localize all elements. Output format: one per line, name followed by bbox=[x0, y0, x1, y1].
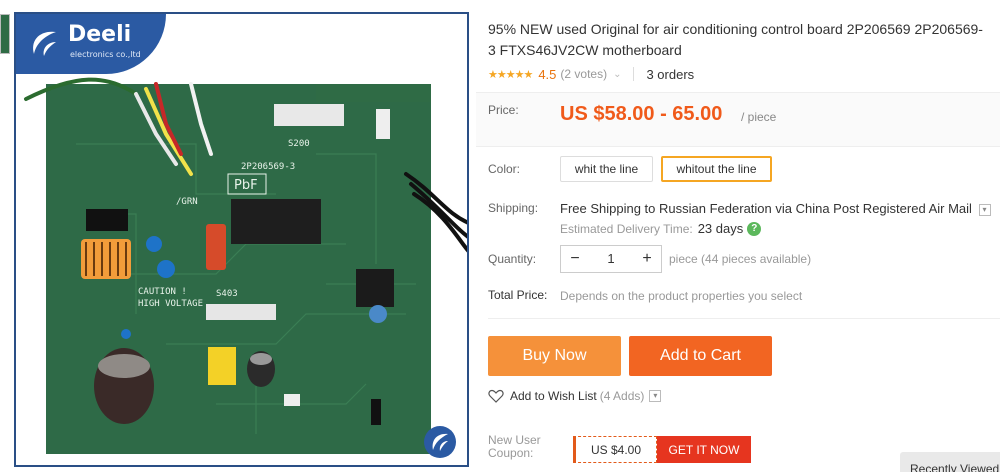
buy-now-button[interactable]: Buy Now bbox=[488, 336, 621, 376]
product-title: 95% NEW used Original for air conditioni… bbox=[488, 21, 983, 37]
quantity-label: Quantity: bbox=[488, 252, 537, 266]
shipping-info: Free Shipping to Russian Federation via … bbox=[560, 201, 991, 216]
divider bbox=[488, 318, 1000, 319]
delivery-days: 23 days bbox=[697, 221, 744, 236]
coupon-label-line2: Coupon: bbox=[488, 446, 534, 460]
brand-logo-icon bbox=[33, 31, 56, 56]
plus-button[interactable]: + bbox=[633, 246, 661, 272]
price-value: US $58.00 - 65.00 bbox=[560, 103, 723, 125]
brand-name: Deeli bbox=[68, 22, 132, 47]
brand-tagline: electronics co.,ltd bbox=[70, 50, 141, 59]
board-grn: /GRN bbox=[176, 197, 198, 207]
shipping-destination[interactable]: Russian Federation via China Post Regist… bbox=[659, 201, 972, 216]
wishlist-count: (4 Adds) bbox=[599, 389, 645, 403]
divider bbox=[633, 67, 635, 81]
heart-icon[interactable] bbox=[488, 389, 504, 403]
chevron-down-icon[interactable]: ⌄ bbox=[613, 69, 621, 80]
help-icon[interactable]: ? bbox=[747, 221, 762, 236]
product-image[interactable]: 2P206569-3 S200 /GRN S403 CAUTION ! HIGH… bbox=[14, 12, 469, 467]
orders-count: 3 orders bbox=[646, 66, 695, 82]
rating-value: 4.5 bbox=[538, 66, 557, 82]
price-label: Price: bbox=[488, 103, 519, 117]
shipping-label: Shipping: bbox=[488, 201, 539, 215]
price-unit: / piece bbox=[741, 110, 777, 124]
product-thumbnail[interactable] bbox=[0, 14, 10, 54]
pcb-illustration: 2P206569-3 S200 /GRN S403 CAUTION ! HIGH… bbox=[24, 77, 467, 454]
coupon-amount: US $4.00 bbox=[573, 436, 657, 463]
color-label: Color: bbox=[488, 162, 521, 176]
board-s200: S200 bbox=[288, 139, 310, 149]
recently-viewed-tab[interactable]: Recently Viewed bbox=[900, 452, 1000, 472]
chevron-down-icon[interactable]: ▾ bbox=[649, 390, 662, 402]
price-band bbox=[476, 92, 1000, 147]
coupon-label: New User Coupon: bbox=[488, 434, 541, 460]
quantity-availability: piece (44 pieces available) bbox=[669, 252, 812, 266]
wishlist-row[interactable]: Add to Wish List (4 Adds) ▾ bbox=[488, 389, 662, 403]
star-rating-icon: ★★★★★ bbox=[488, 68, 533, 81]
board-caution: CAUTION ! bbox=[138, 287, 187, 297]
quantity-stepper: − 1 + bbox=[560, 245, 662, 273]
get-coupon-button[interactable]: GET IT NOW bbox=[657, 436, 751, 463]
total-price-label: Total Price: bbox=[488, 288, 548, 302]
minus-button[interactable]: − bbox=[561, 246, 589, 272]
votes-link[interactable]: (2 votes) bbox=[560, 67, 607, 81]
free-shipping-text: Free Shipping to bbox=[560, 201, 656, 216]
watermark-icon bbox=[424, 426, 456, 458]
product-title-line2: 3 FTXS46JV2CW motherboard bbox=[488, 42, 682, 58]
board-s403: S403 bbox=[216, 289, 238, 299]
board-high-voltage: HIGH VOLTAGE bbox=[138, 299, 203, 309]
color-option-without-line[interactable]: whitout the line bbox=[661, 156, 772, 182]
board-part-number: 2P206569-3 bbox=[241, 162, 295, 172]
shipping-dropdown-icon[interactable]: ▾ bbox=[978, 203, 991, 216]
delivery-label: Estimated Delivery Time: bbox=[560, 221, 693, 236]
color-option-with-line[interactable]: whit the line bbox=[560, 156, 653, 182]
board-pbf: PbF bbox=[234, 178, 258, 193]
total-price-info: Depends on the product properties you se… bbox=[560, 289, 803, 303]
thumbnail-strip bbox=[0, 14, 12, 58]
delivery-time: Estimated Delivery Time: 23 days ? bbox=[560, 221, 762, 236]
add-to-cart-button[interactable]: Add to Cart bbox=[629, 336, 772, 376]
rating-row: ★★★★★ 4.5 (2 votes) ⌄ 3 orders bbox=[488, 66, 694, 82]
quantity-input[interactable]: 1 bbox=[589, 246, 633, 272]
wishlist-label[interactable]: Add to Wish List bbox=[510, 389, 597, 403]
